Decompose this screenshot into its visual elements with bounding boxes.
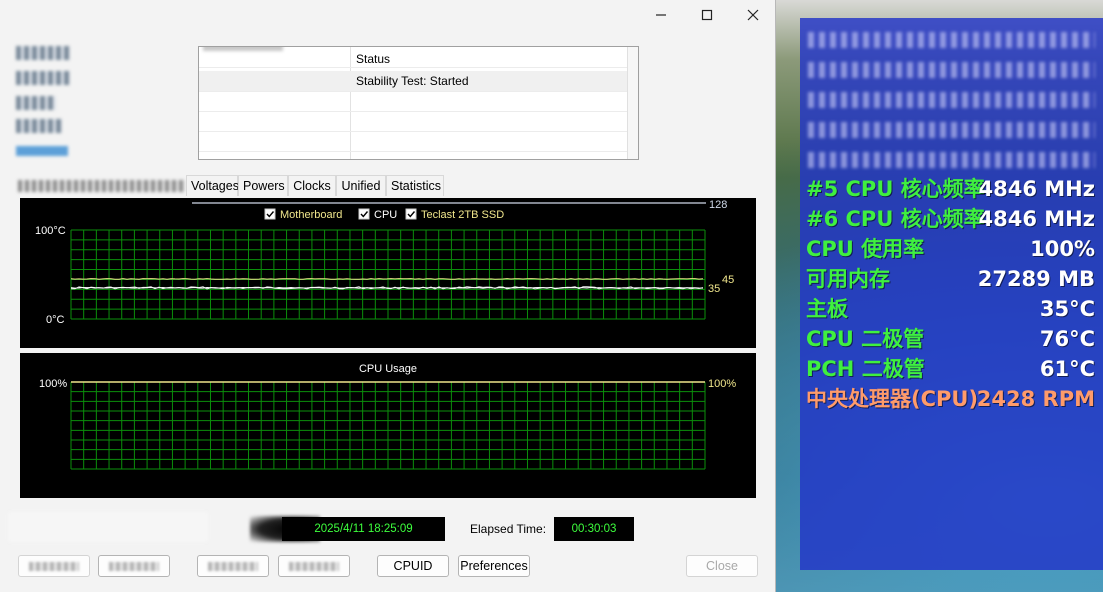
blurred-button[interactable] [278,555,350,577]
tab-voltages[interactable]: Voltages [186,175,239,196]
table-scrollbar[interactable] [627,47,638,159]
start-time-display: 2025/4/11 18:25:09 [282,517,445,541]
blurred-button[interactable] [98,555,170,577]
close-window-button[interactable] [730,0,776,30]
series-line [70,278,704,280]
osd-sensor-value: 2428 RPM [976,387,1095,411]
osd-blurred-row [808,152,1095,168]
osd-blurred-row [808,62,1095,78]
y-tick-label: 100% [39,378,67,390]
tab-powers[interactable]: Powers [238,175,288,196]
osd-sensor-row: #5 CPU 核心频率 4846 MHz [806,174,1095,204]
chart-title: CPU Usage [359,363,417,375]
stability-test-window: Status Stability Test: Started Voltages … [0,0,776,592]
osd-blurred-row [808,92,1095,108]
osd-sensor-value: 4846 MHz [978,177,1095,201]
status-column-header: Status [356,52,391,66]
osd-blurred-row [808,122,1095,138]
osd-sensor-row: CPU 二极管 76°C [806,324,1095,354]
osd-sensor-value: 27289 MB [977,267,1095,291]
osd-sensor-value: 35°C [1039,297,1095,321]
legend-checkbox [264,208,276,220]
current-value-label: 45 [722,274,734,286]
osd-sensor-label: PCH 二极管 [806,357,925,381]
close-button[interactable]: Close [686,555,758,577]
minimize-icon [656,14,666,16]
legend-entry: Motherboard [280,209,342,221]
table-row[interactable] [199,131,628,152]
blurred-button[interactable] [18,555,90,577]
cpu-usage-chart: CPU Usage 100% 100% [20,353,756,498]
cpu-usage-chart-svg: CPU Usage 100% 100% [39,363,736,470]
chart-grid [70,229,706,320]
legend-checkbox [358,208,370,220]
blurred-option[interactable] [16,119,62,133]
table-row[interactable] [199,91,628,112]
table-row[interactable] [199,111,628,132]
osd-sensor-value: 100% [1030,237,1095,261]
blurred-tabs[interactable] [18,180,186,192]
blurred-option-selected[interactable] [16,146,68,156]
blurred-option[interactable] [16,46,70,60]
blurred-region [8,512,208,542]
cpuid-button[interactable]: CPUID [377,555,449,577]
status-cell: Stability Test: Started [356,74,469,88]
osd-sensor-value: 61°C [1039,357,1095,381]
osd-sensor-label: #6 CPU 核心频率 [806,207,985,231]
tab-statistics[interactable]: Statistics [386,175,444,196]
close-icon [747,9,759,21]
maximize-icon [701,9,713,21]
sensor-osd-overlay: #5 CPU 核心频率 4846 MHz #6 CPU 核心频率 4846 MHz CP… [800,18,1103,570]
osd-sensor-label: 可用内存 [806,267,890,291]
osd-sensor-label: 中央处理器(CPU) [806,387,979,411]
osd-sensor-row: 中央处理器(CPU) 2428 RPM [806,384,1095,414]
elapsed-time-display: 00:30:03 [554,517,634,541]
preferences-button[interactable]: Preferences [458,555,530,577]
legend-checkbox [405,208,417,220]
table-header-row: Status [199,47,628,68]
osd-sensor-value: 4846 MHz [978,207,1095,231]
osd-sensor-row: CPU 使用率 100% [806,234,1095,264]
osd-sensor-row: PCH 二极管 61°C [806,354,1095,384]
osd-sensor-value: 76°C [1039,327,1095,351]
osd-sensor-label: #5 CPU 核心频率 [806,177,985,201]
current-value-label: 100% [708,378,736,390]
y-tick-label: 100°C [35,225,66,237]
scale-label: 128 [709,199,727,211]
minimize-button[interactable] [638,0,684,30]
blurred-button[interactable] [197,555,269,577]
osd-blurred-row [808,32,1095,48]
status-table: Status Stability Test: Started [198,46,639,160]
current-value-label: 35 [708,283,720,295]
legend-entry: Teclast 2TB SSD [421,209,504,221]
chart-grid [70,381,706,470]
table-row[interactable]: Stability Test: Started [199,71,628,92]
osd-sensor-row: #6 CPU 核心频率 4846 MHz [806,204,1095,234]
temperature-chart-svg: 128 100°C 0°C Motherboard CPU Teclast 2TB SSD… [35,199,734,326]
osd-sensor-label: CPU 二极管 [806,327,925,351]
y-tick-label: 0°C [46,314,65,326]
osd-sensor-row: 主板 35°C [806,294,1095,324]
osd-sensor-label: 主板 [806,297,848,321]
blurred-option[interactable] [16,71,70,85]
maximize-button[interactable] [684,0,730,30]
blurred-option[interactable] [16,96,56,110]
series-line [70,286,704,289]
elapsed-time-label: Elapsed Time: [470,522,547,536]
osd-sensor-label: CPU 使用率 [806,237,925,261]
tab-unified[interactable]: Unified [336,175,386,196]
tab-clocks[interactable]: Clocks [288,175,336,196]
temperature-chart: 128 100°C 0°C Motherboard CPU Teclast 2TB SSD… [20,198,756,348]
osd-sensor-row: 可用内存 27289 MB [806,264,1095,294]
legend-entry: CPU [374,209,397,221]
